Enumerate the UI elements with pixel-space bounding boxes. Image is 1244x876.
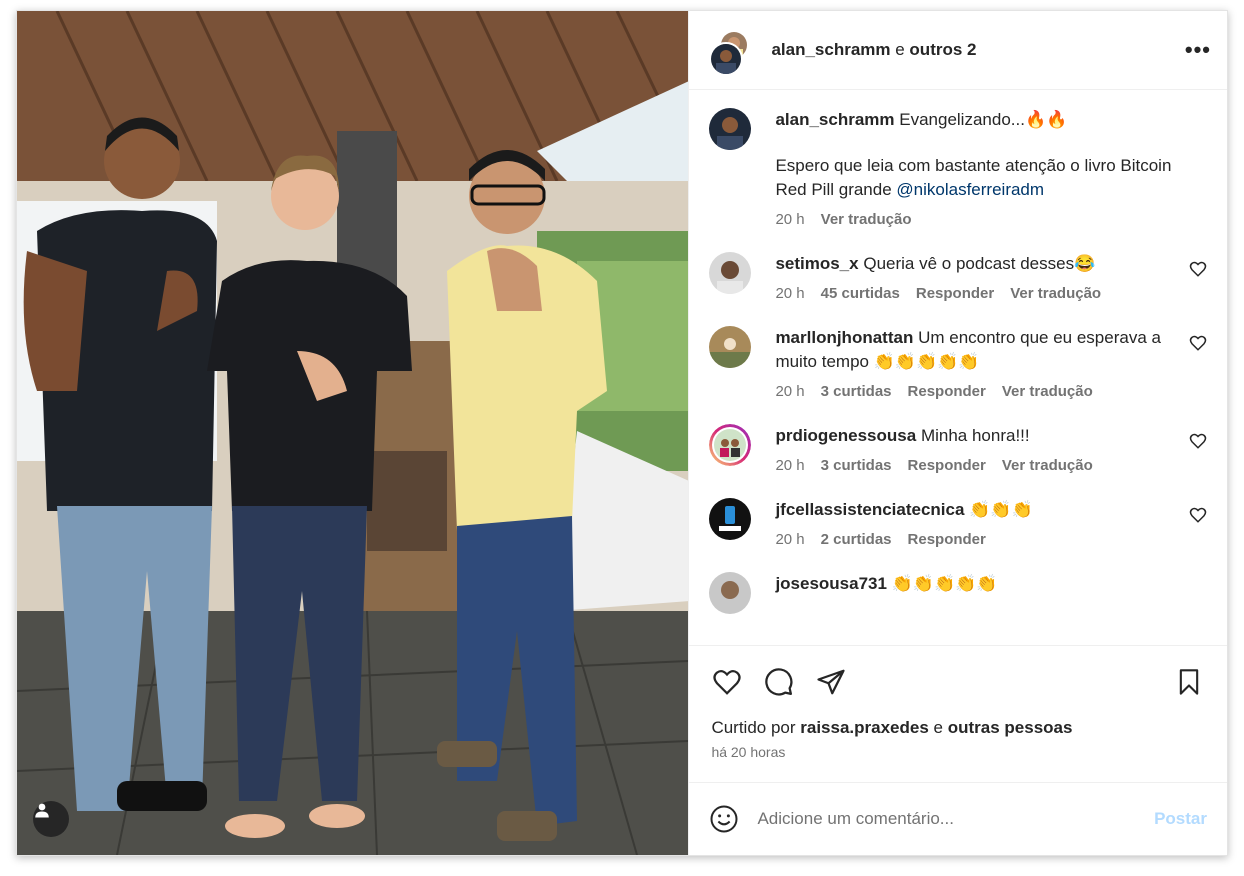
comment-item: josesousa731 👏👏👏👏👏 [709, 572, 1207, 614]
avatar [709, 42, 744, 76]
mention-link[interactable]: @nikolasferreiradm [896, 180, 1044, 199]
comment-time[interactable]: 20 h [775, 211, 804, 228]
comment-input[interactable] [755, 808, 1155, 830]
action-bar [689, 645, 1227, 718]
post-timestamp[interactable]: há 20 horas [689, 738, 1227, 768]
save-button[interactable] [1171, 664, 1207, 700]
likes-others-link[interactable]: outras pessoas [948, 718, 1073, 737]
bookmark-icon [1179, 669, 1199, 695]
comment-text: 👏👏👏👏👏 [891, 574, 998, 593]
comment-likes[interactable]: 2 curtidas [821, 531, 892, 548]
comment-time[interactable]: 20 h [775, 531, 804, 548]
collab-avatars[interactable] [709, 30, 750, 76]
comment-username[interactable]: jfcellassistenciatecnica [775, 500, 964, 519]
comment-item: setimos_x Queria vê o podcast desses😂 20… [709, 252, 1207, 306]
reply-button[interactable]: Responder [908, 457, 986, 474]
post-author: alan_schramm e outros 2 [771, 40, 1181, 60]
reply-button[interactable]: Responder [908, 531, 986, 548]
translate-link[interactable]: Ver tradução [1002, 457, 1093, 474]
post-header: alan_schramm e outros 2 ••• [689, 11, 1227, 90]
header-connector: e [890, 40, 910, 59]
emoji-icon[interactable] [709, 804, 739, 834]
avatar[interactable] [709, 252, 752, 294]
photo-scene [17, 11, 689, 855]
heart-icon[interactable] [1189, 260, 1207, 278]
translate-link[interactable]: Ver tradução [1002, 383, 1093, 400]
comment-text: Queria vê o podcast desses😂 [863, 254, 1096, 273]
comments-list[interactable]: alan_schramm Evangelizando...🔥🔥 Espero q… [689, 90, 1227, 645]
share-button[interactable] [813, 664, 849, 700]
likes-summary: Curtido por raissa.praxedes e outras pes… [689, 718, 1227, 738]
comment-username[interactable]: josesousa731 [775, 574, 887, 593]
user-tag-button[interactable] [33, 801, 69, 837]
comment-icon [765, 668, 793, 696]
comment-time[interactable]: 20 h [775, 383, 804, 400]
add-comment-bar: Postar [689, 782, 1227, 855]
like-button[interactable] [709, 664, 745, 700]
comment-text: Minha honra!!! [920, 426, 1030, 445]
avatar[interactable] [709, 326, 752, 368]
post-photo[interactable] [17, 11, 689, 855]
heart-icon [713, 670, 742, 695]
post-comment-button[interactable]: Postar [1154, 809, 1207, 829]
comment-item: marllonjhonattan Um encontro que eu espe… [709, 326, 1207, 404]
comment-time[interactable]: 20 h [775, 457, 804, 474]
collaborators-link[interactable]: outros 2 [909, 40, 976, 59]
comment-likes[interactable]: 45 curtidas [821, 285, 900, 302]
likes-connector: e [928, 718, 948, 737]
comment-username[interactable]: prdiogenessousa [775, 426, 916, 445]
heart-icon[interactable] [1189, 334, 1207, 352]
user-tag-icon [35, 803, 49, 818]
author-username[interactable]: alan_schramm [771, 40, 890, 59]
comment-likes[interactable]: 3 curtidas [821, 383, 892, 400]
caption-text: Evangelizando...🔥🔥 [899, 110, 1068, 129]
translate-link[interactable]: Ver tradução [821, 211, 912, 228]
reply-button[interactable]: Responder [916, 285, 994, 302]
comment-username[interactable]: setimos_x [775, 254, 858, 273]
comment-username[interactable]: marllonjhonattan [775, 328, 913, 347]
liker-username[interactable]: raissa.praxedes [800, 718, 929, 737]
avatar[interactable] [709, 572, 752, 614]
comment-likes[interactable]: 3 curtidas [821, 457, 892, 474]
post-dialog: alan_schramm e outros 2 ••• alan_schramm… [16, 10, 1228, 856]
reply-button[interactable]: Responder [908, 383, 986, 400]
avatar-story-ring[interactable] [709, 424, 752, 466]
avatar[interactable] [709, 108, 752, 150]
comment-button[interactable] [761, 664, 797, 700]
translate-link[interactable]: Ver tradução [1010, 285, 1101, 302]
comment-item: prdiogenessousa Minha honra!!! 20 h 3 cur… [709, 424, 1207, 478]
heart-icon[interactable] [1189, 432, 1207, 450]
comment-item: jfcellassistenciatecnica 👏👏👏 20 h 2 curti… [709, 498, 1207, 552]
send-icon [817, 669, 846, 695]
comment-text: 👏👏👏 [969, 500, 1033, 519]
post-details-panel: alan_schramm e outros 2 ••• alan_schramm… [688, 11, 1227, 855]
caption-username[interactable]: alan_schramm [775, 110, 894, 129]
more-options-icon[interactable]: ••• [1181, 37, 1211, 63]
comment-time[interactable]: 20 h [775, 285, 804, 302]
likes-prefix: Curtido por [711, 718, 801, 737]
caption: alan_schramm Evangelizando...🔥🔥 Espero q… [709, 108, 1207, 232]
avatar[interactable] [709, 498, 752, 540]
heart-icon[interactable] [1189, 506, 1207, 524]
